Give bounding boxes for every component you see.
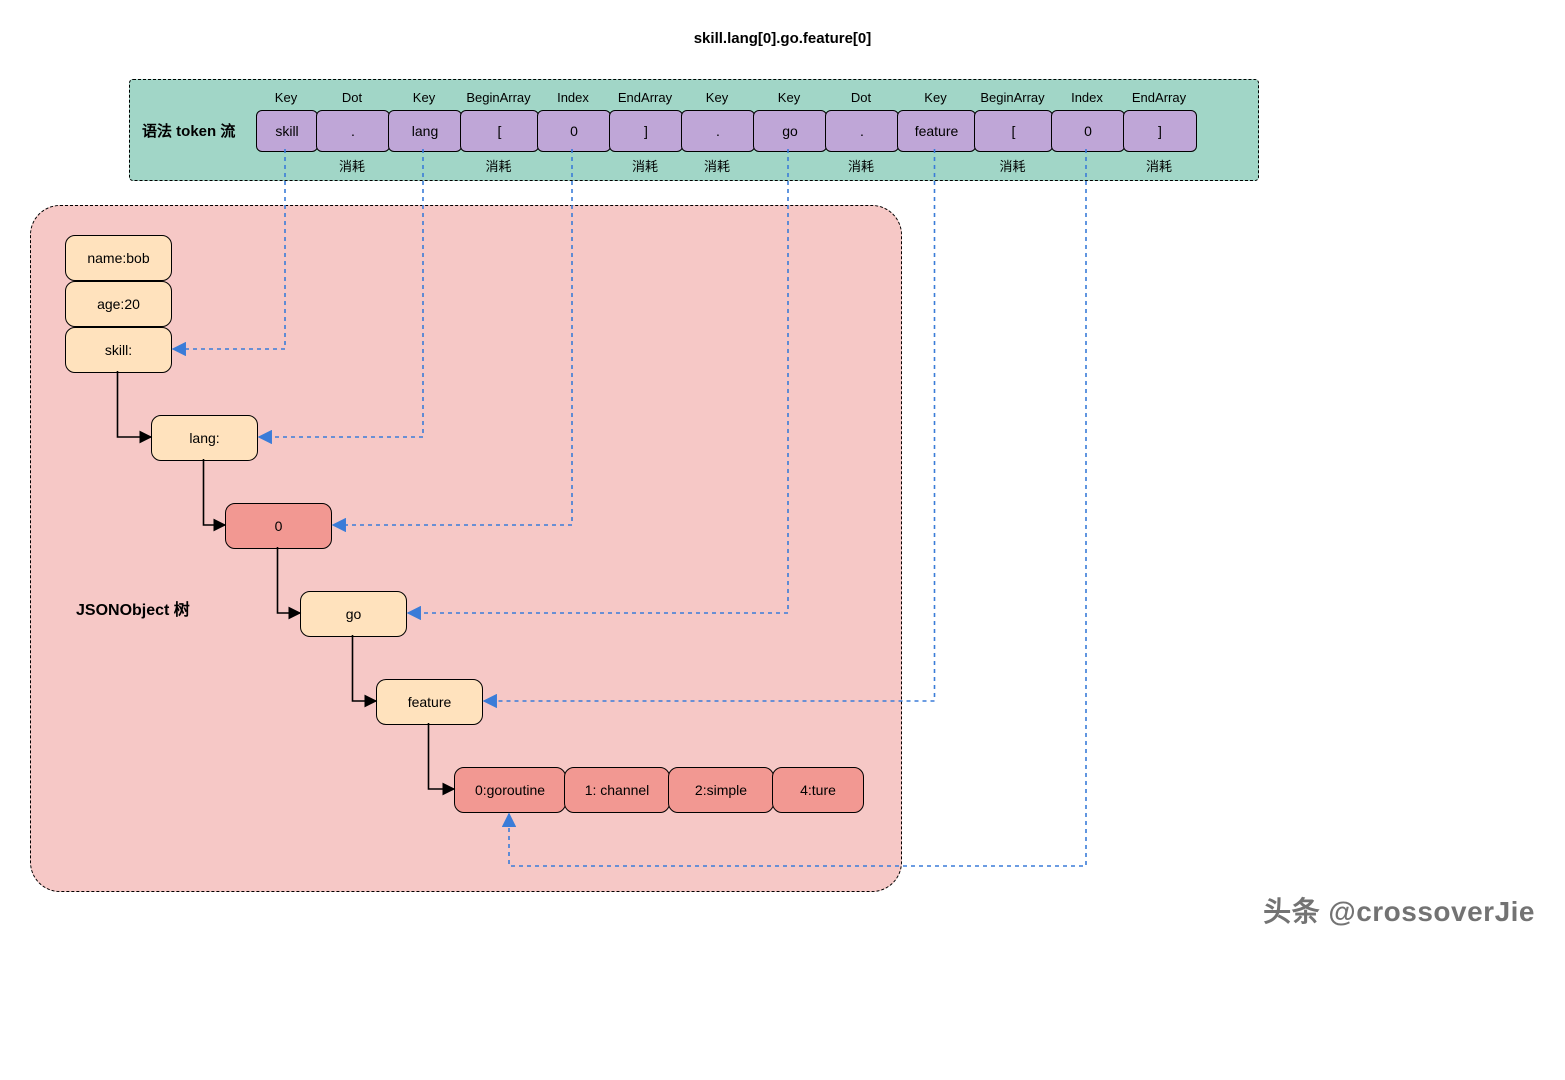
token-type-2: Key xyxy=(388,90,460,105)
token-cell-0: skill xyxy=(256,110,318,152)
token-cell-3: [ xyxy=(460,110,539,152)
token-type-3: BeginArray xyxy=(460,90,537,105)
token-consume-6: 消耗 xyxy=(681,156,753,175)
token-type-12: EndArray xyxy=(1123,90,1195,105)
token-cell-10: [ xyxy=(974,110,1053,152)
token-type-1: Dot xyxy=(316,90,388,105)
token-cell-6: . xyxy=(681,110,755,152)
token-cell-11: 0 xyxy=(1051,110,1125,152)
token-cell-7: go xyxy=(753,110,827,152)
token-type-6: Key xyxy=(681,90,753,105)
diagram-canvas: skill.lang[0].go.feature[0] 语法 token 流 s… xyxy=(0,0,1565,1080)
token-consume-5: 消耗 xyxy=(609,156,681,175)
node-n_f0: 0:goroutine xyxy=(454,767,566,813)
token-cell-2: lang xyxy=(388,110,462,152)
token-consume-3: 消耗 xyxy=(460,156,537,175)
token-consume-10: 消耗 xyxy=(974,156,1051,175)
token-panel: 语法 token 流 skillKey.Dot消耗langKey[BeginAr… xyxy=(129,79,1259,181)
token-panel-title: 语法 token 流 xyxy=(142,120,235,141)
tree-panel-title: JSONObject 树 xyxy=(76,596,190,620)
token-cell-5: ] xyxy=(609,110,683,152)
node-n_lang: lang: xyxy=(151,415,258,461)
token-cell-9: feature xyxy=(897,110,976,152)
token-type-10: BeginArray xyxy=(974,90,1051,105)
expression-title: skill.lang[0].go.feature[0] xyxy=(0,30,1565,47)
token-type-7: Key xyxy=(753,90,825,105)
node-n_f1: 1: channel xyxy=(564,767,670,813)
token-type-8: Dot xyxy=(825,90,897,105)
node-n_go: go xyxy=(300,591,407,637)
node-n_age: age:20 xyxy=(65,281,172,327)
token-type-4: Index xyxy=(537,90,609,105)
token-cell-8: . xyxy=(825,110,899,152)
watermark: 头条 @crossoverJie xyxy=(1263,890,1535,930)
node-n_f4: 4:ture xyxy=(772,767,864,813)
token-cell-1: . xyxy=(316,110,390,152)
token-cell-12: ] xyxy=(1123,110,1197,152)
token-type-0: Key xyxy=(256,90,316,105)
token-consume-8: 消耗 xyxy=(825,156,897,175)
token-consume-12: 消耗 xyxy=(1123,156,1195,175)
node-n_f2: 2:simple xyxy=(668,767,774,813)
node-n_name: name:bob xyxy=(65,235,172,281)
node-n_idx0: 0 xyxy=(225,503,332,549)
node-n_skill: skill: xyxy=(65,327,172,373)
token-cell-4: 0 xyxy=(537,110,611,152)
node-n_feature: feature xyxy=(376,679,483,725)
token-consume-1: 消耗 xyxy=(316,156,388,175)
token-type-11: Index xyxy=(1051,90,1123,105)
token-type-5: EndArray xyxy=(609,90,681,105)
token-type-9: Key xyxy=(897,90,974,105)
